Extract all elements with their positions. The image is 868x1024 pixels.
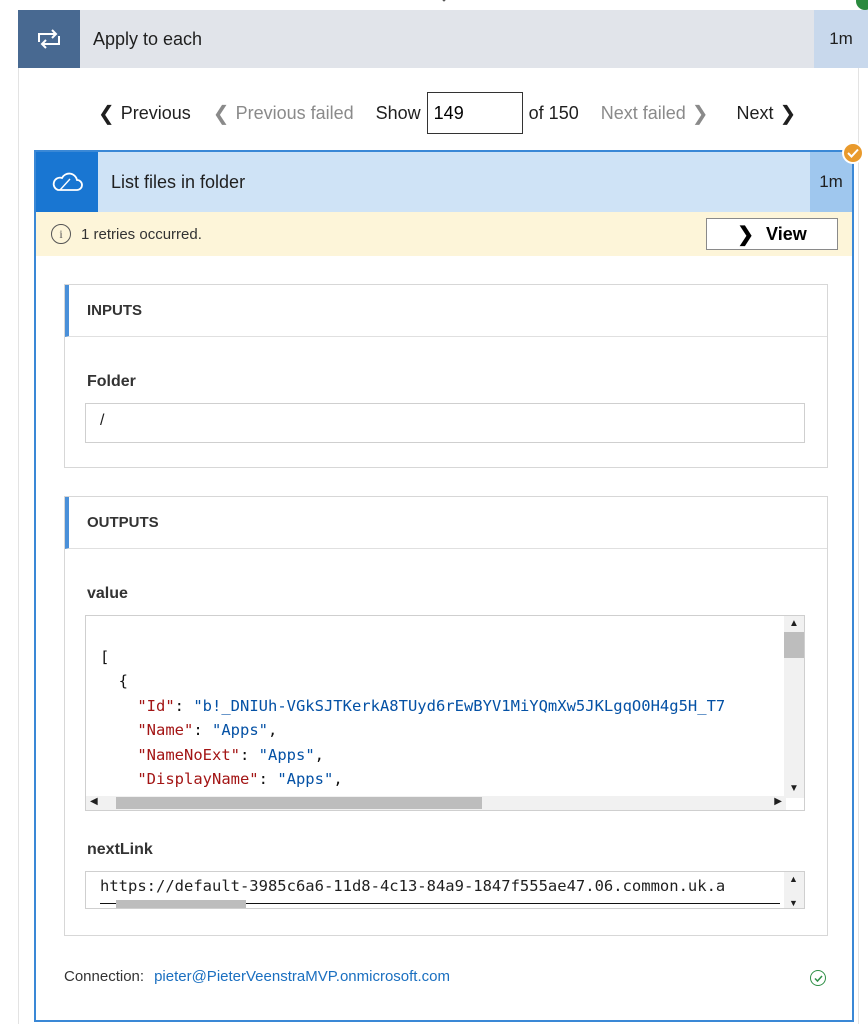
vertical-scroll-thumb[interactable]: [784, 632, 804, 658]
scroll-down-icon[interactable]: ▼: [789, 898, 798, 908]
action-title: List files in folder: [111, 171, 246, 192]
value-json-content: [ { "Id": "b!_DNIUh-VGkSJTKerkA8TUyd6rEw…: [100, 620, 725, 811]
horizontal-scroll-thumb[interactable]: [116, 797, 482, 809]
nextlink-vertical-scrollbar[interactable]: ▲ ▼: [784, 872, 804, 908]
apply-to-each-title: Apply to each: [93, 28, 203, 49]
inputs-heading: INPUTS: [65, 285, 827, 337]
inputs-section: INPUTS Folder /: [64, 284, 828, 468]
value-horizontal-scrollbar[interactable]: ◀ ▶: [86, 796, 786, 810]
json-line: {: [100, 672, 128, 690]
previous-failed-label: Previous failed: [235, 102, 354, 123]
json-line-id: "Id": "b!_DNIUh-VGkSJTKerkA8TUyd6rEwBYV1…: [100, 696, 726, 715]
scroll-right-icon[interactable]: ▶: [774, 796, 782, 807]
chevron-right-icon: ❯: [691, 102, 709, 125]
apply-to-each-header[interactable]: Apply to each 1m: [18, 10, 868, 68]
folder-value: /: [100, 412, 105, 429]
show-label: Show: [375, 102, 421, 123]
nextlink-label: nextLink: [87, 841, 153, 858]
success-check-icon: [856, 0, 868, 10]
value-vertical-scrollbar[interactable]: ▲ ▼: [784, 616, 804, 798]
next-label: Next: [736, 102, 774, 123]
scroll-down-icon[interactable]: ▼: [789, 783, 799, 794]
retry-banner: i 1 retries occurred. ❯ View: [36, 212, 852, 256]
next-failed-label: Next failed: [600, 102, 686, 123]
previous-button[interactable]: ❮ Previous: [98, 101, 191, 126]
json-line-name: "Name": "Apps",: [100, 721, 278, 739]
next-failed-button[interactable]: Next failed ❯: [601, 101, 709, 126]
action-header[interactable]: List files in folder 1m: [36, 152, 852, 212]
warning-check-icon: [842, 142, 864, 164]
folder-value-box[interactable]: /: [85, 403, 805, 443]
chevron-right-icon: ❯: [737, 223, 755, 246]
previous-failed-button[interactable]: ❮ Previous failed: [213, 101, 354, 126]
connection-label: Connection:: [64, 968, 145, 985]
view-label: View: [766, 223, 807, 244]
onedrive-icon: [36, 152, 98, 212]
iteration-number-input[interactable]: [426, 92, 523, 134]
retry-text: 1 retries occurred.: [81, 225, 202, 243]
iteration-pager: ❮ Previous ❮ Previous failed Show of 150…: [98, 91, 796, 135]
of-total-label: of 150: [528, 102, 579, 123]
container-border-left: [18, 68, 19, 1024]
nextlink-value: https://default-3985c6a6-11d8-4c13-84a9-…: [100, 877, 726, 895]
chevron-left-icon: ❮: [212, 102, 230, 125]
info-icon: i: [51, 224, 71, 244]
outputs-heading: OUTPUTS: [65, 497, 827, 549]
value-label: value: [87, 585, 128, 602]
container-border-right: [858, 68, 859, 1024]
horizontal-scroll-thumb[interactable]: [116, 900, 246, 908]
value-json-box[interactable]: [ { "Id": "b!_DNIUh-VGkSJTKerkA8TUyd6rEw…: [85, 615, 805, 811]
previous-label: Previous: [120, 102, 191, 123]
json-line: [: [100, 647, 110, 666]
connection-account-link[interactable]: pieter@PieterVeenstraMVP.onmicrosoft.com: [154, 968, 450, 985]
view-retries-button[interactable]: ❯ View: [706, 218, 838, 250]
connection-ok-icon: [810, 970, 826, 986]
json-line-namenoext: "NameNoExt": "Apps",: [100, 745, 324, 764]
folder-label: Folder: [87, 373, 136, 390]
chevron-left-icon: ❮: [98, 102, 115, 125]
scroll-left-icon[interactable]: ◀: [90, 796, 98, 807]
list-files-action-card: List files in folder 1m i 1 retries occu…: [34, 142, 864, 1022]
apply-to-each-duration: 1m: [814, 10, 868, 68]
nextlink-horizontal-scrollbar[interactable]: [86, 900, 804, 908]
json-line-displayname: "DisplayName": "Apps",: [100, 770, 343, 788]
outputs-section: OUTPUTS value [ { "Id": "b!_DNIUh-VGkSJT…: [64, 496, 828, 936]
scroll-up-icon[interactable]: ▲: [789, 874, 798, 884]
chevron-right-icon: ❯: [779, 102, 797, 125]
connection-info: Connection: pieter@PieterVeenstraMVP.onmi…: [64, 968, 450, 985]
connector-arrow-icon: [442, 0, 446, 2]
scroll-up-icon[interactable]: ▲: [789, 618, 799, 629]
loop-icon: [18, 10, 80, 68]
nextlink-value-box[interactable]: https://default-3985c6a6-11d8-4c13-84a9-…: [85, 871, 805, 909]
next-button[interactable]: Next ❯: [737, 101, 797, 126]
